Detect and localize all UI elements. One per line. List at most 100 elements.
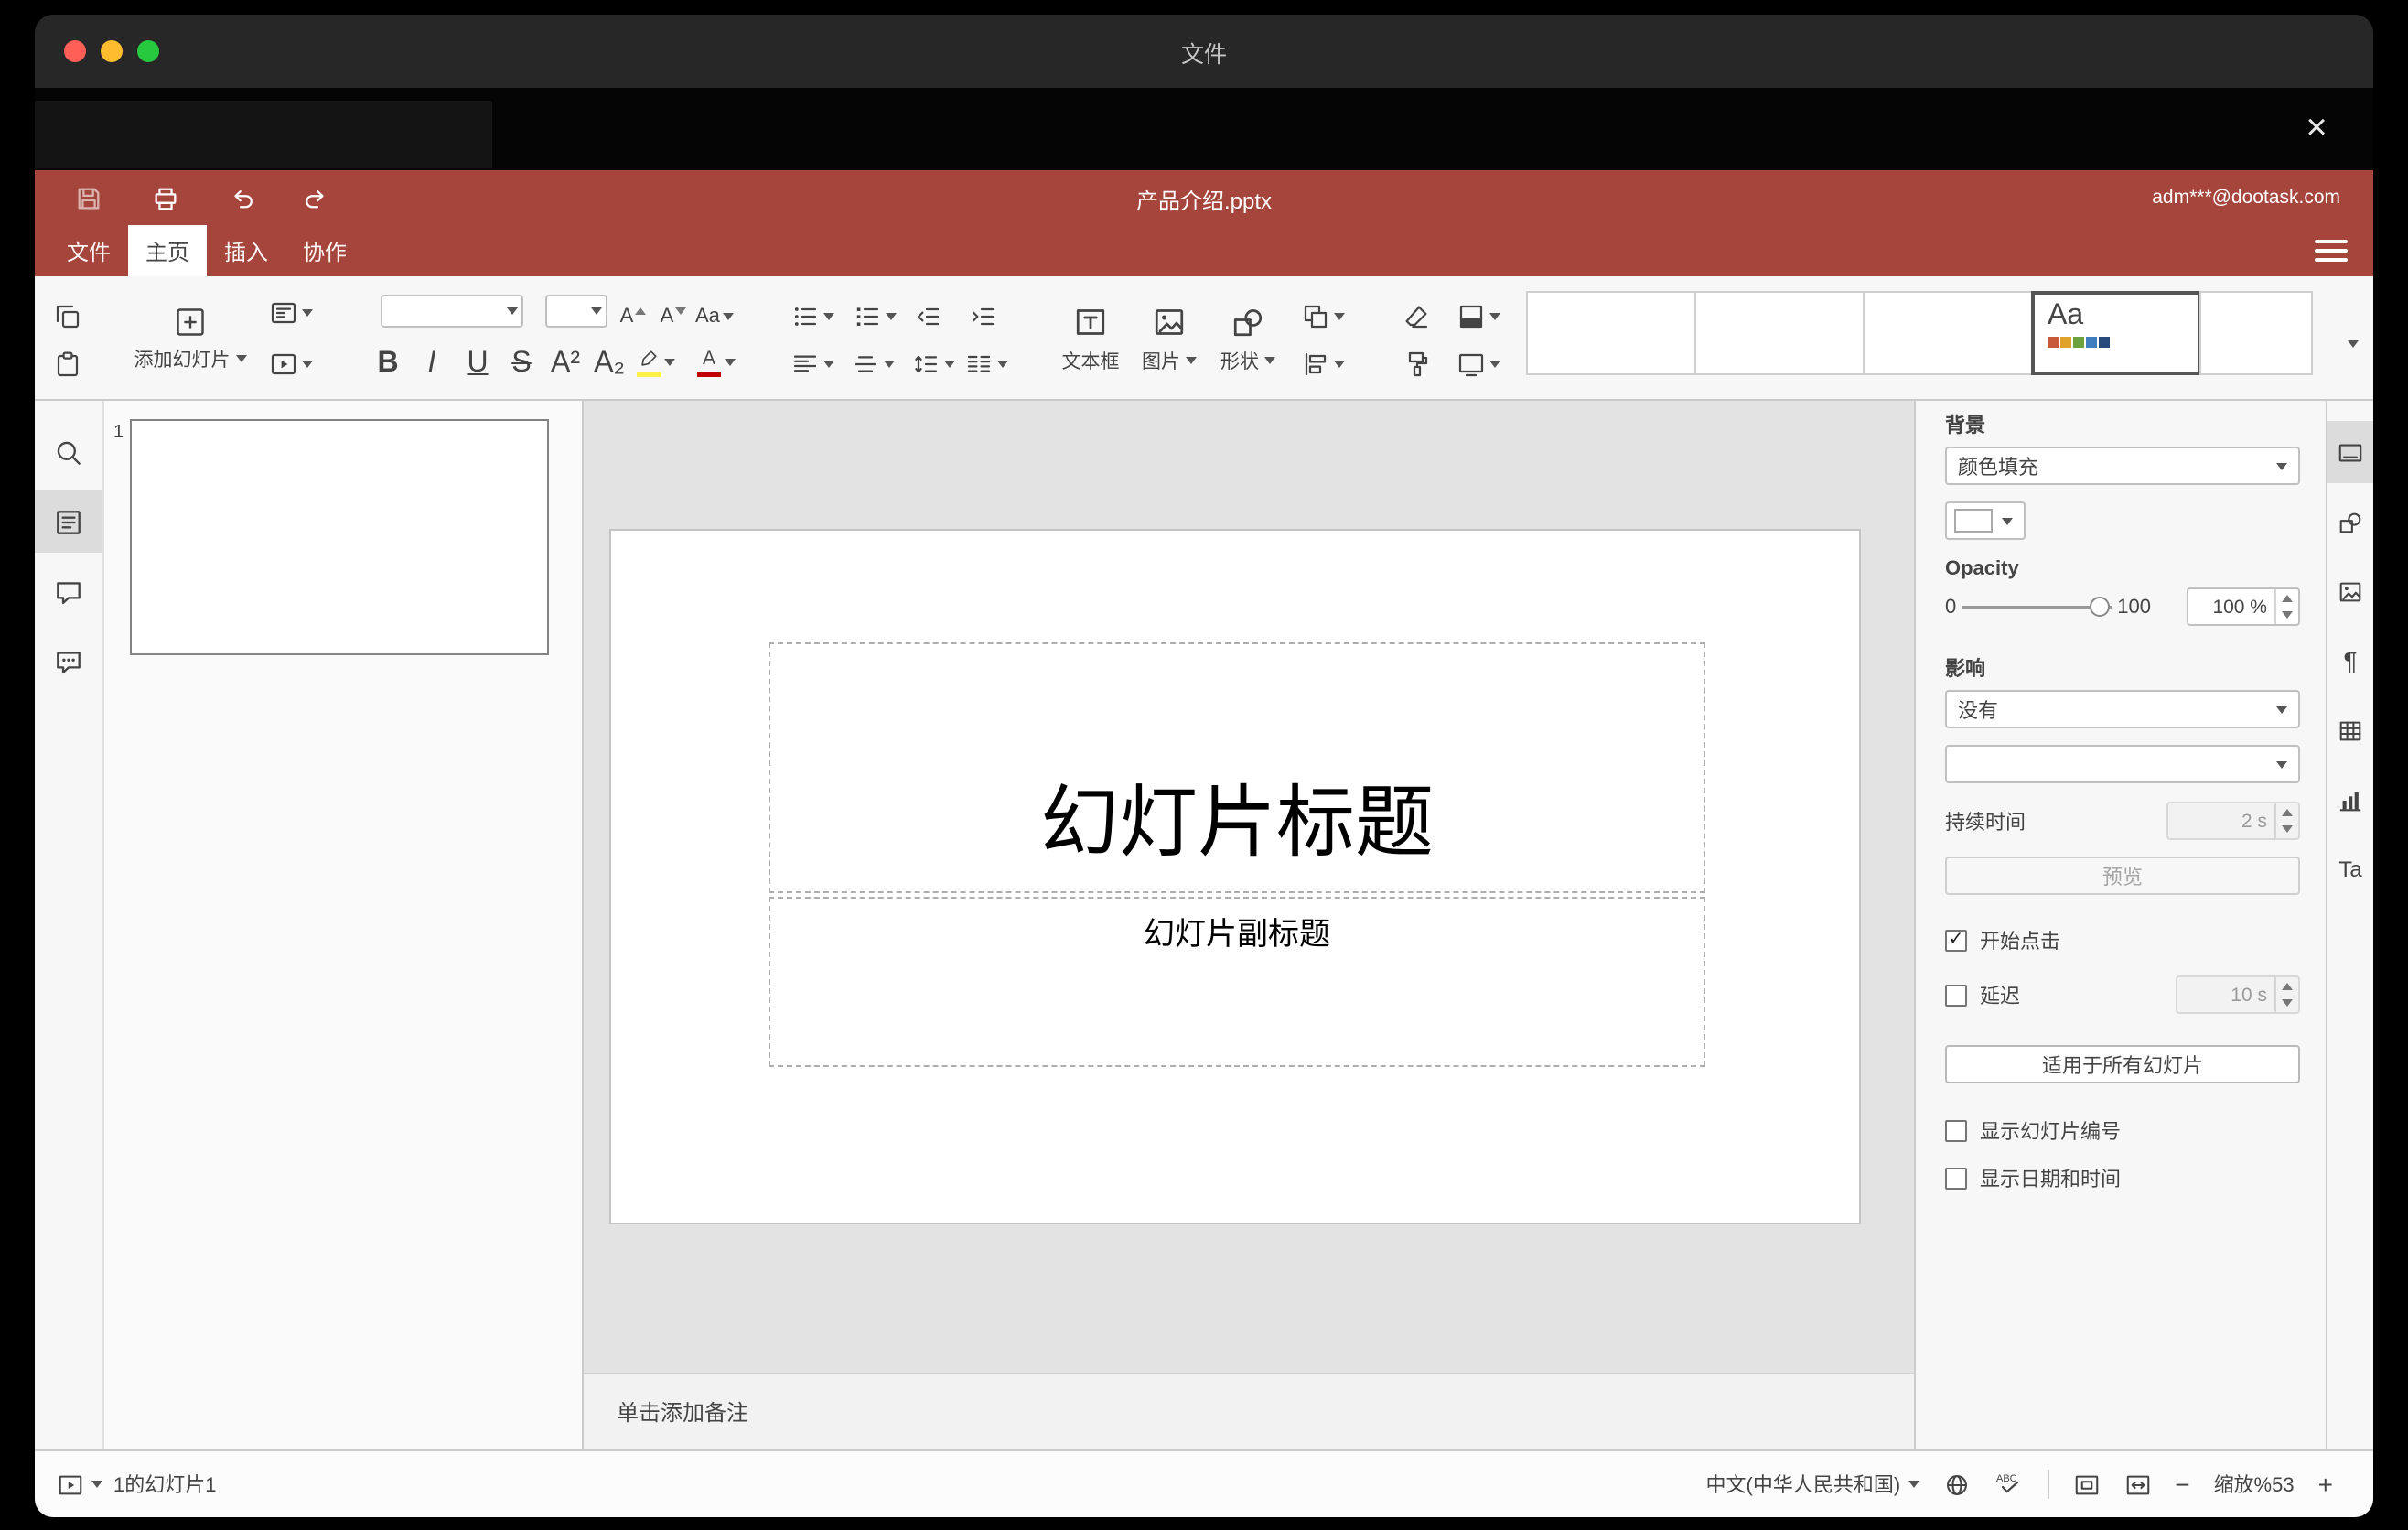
subscript-button[interactable]: A₂	[591, 344, 628, 384]
fill-color-button[interactable]	[1457, 296, 1504, 337]
insert-image-button[interactable]: 图片	[1133, 284, 1206, 393]
increase-font-button[interactable]: A	[615, 296, 651, 337]
show-datetime-checkbox[interactable]	[1945, 1168, 1967, 1190]
theme-tile[interactable]	[1863, 291, 2033, 375]
duration-spinner[interactable]: 2 s	[2166, 802, 2300, 840]
start-on-click-checkbox[interactable]: ✓	[1945, 930, 1967, 952]
apply-to-all-button[interactable]: 适用于所有幻灯片	[1945, 1045, 2300, 1083]
numbering-button[interactable]	[853, 296, 900, 337]
columns-button[interactable]	[964, 344, 1012, 384]
delay-up-button[interactable]	[2276, 977, 2298, 995]
delay-spinner[interactable]: 10 s	[2176, 975, 2300, 1014]
close-icon[interactable]: ×	[2293, 102, 2340, 154]
tab-collaboration[interactable]: 协作	[285, 225, 364, 276]
paste-button[interactable]	[49, 344, 86, 384]
superscript-button[interactable]: A²	[547, 344, 584, 384]
strikeout-button[interactable]: S	[503, 344, 540, 384]
opacity-slider[interactable]	[1962, 587, 2112, 626]
copy-style-button[interactable]	[1398, 344, 1435, 384]
theme-gallery: Aa	[1526, 291, 2327, 379]
theme-tile[interactable]	[1694, 291, 1865, 375]
effect-select[interactable]: 没有	[1945, 690, 2300, 728]
clear-style-button[interactable]	[1398, 296, 1435, 337]
bold-button[interactable]: B	[370, 344, 406, 384]
arrange-shape-button[interactable]	[1301, 296, 1349, 337]
fill-type-select[interactable]: 颜色填充	[1945, 447, 2300, 485]
slide-size-button[interactable]	[1457, 344, 1504, 384]
theme-tile[interactable]	[2199, 291, 2313, 375]
menu-icon[interactable]	[2315, 236, 2348, 265]
opacity-slider-knob[interactable]	[2090, 597, 2111, 617]
tab-home[interactable]: 主页	[128, 225, 207, 276]
slides-panel-button[interactable]	[35, 490, 102, 553]
delay-down-button[interactable]	[2276, 995, 2298, 1012]
theme-tile-selected[interactable]: Aa	[2031, 291, 2201, 375]
delay-checkbox[interactable]	[1945, 984, 1967, 1006]
shape-settings-button[interactable]	[2327, 490, 2373, 553]
fit-slide-icon	[2074, 1474, 2098, 1494]
notes-placeholder: 单击添加备注	[617, 1400, 749, 1426]
highlight-color-button[interactable]	[637, 342, 679, 382]
title-placeholder[interactable]: 幻灯片标题	[769, 642, 1705, 893]
opacity-down-button[interactable]	[2276, 607, 2298, 624]
font-color-button[interactable]: A	[697, 342, 739, 382]
underline-button[interactable]: U	[459, 344, 496, 384]
opacity-spinner[interactable]: 100 %	[2187, 587, 2300, 626]
preview-button[interactable]: 预览	[1945, 857, 2300, 895]
decrease-font-button[interactable]: A	[655, 296, 692, 337]
table-settings-button[interactable]	[2327, 699, 2373, 761]
fill-color-select[interactable]	[1945, 501, 2026, 540]
copy-button[interactable]	[49, 296, 86, 337]
image-settings-button[interactable]	[2327, 560, 2373, 622]
paragraph-settings-button[interactable]: ¶	[2327, 630, 2373, 692]
change-case-button[interactable]: Aa	[695, 296, 738, 337]
slide-layout-button[interactable]	[269, 293, 317, 333]
duration-up-button[interactable]	[2276, 803, 2298, 821]
align-shape-button[interactable]	[1301, 344, 1349, 384]
theme-gallery-expand-button[interactable]	[2335, 324, 2371, 364]
font-size-combo[interactable]	[545, 295, 607, 328]
document-language-button[interactable]	[1942, 1471, 1970, 1498]
feedback-button[interactable]	[35, 630, 102, 692]
start-slideshow-status-button[interactable]	[57, 1471, 102, 1498]
show-slide-number-label: 显示幻灯片编号	[1980, 1122, 2121, 1144]
tab-insert[interactable]: 插入	[207, 225, 285, 276]
slide-thumbnail[interactable]	[130, 419, 549, 655]
opacity-up-button[interactable]	[2276, 589, 2298, 607]
spellcheck-button[interactable]: ABC	[1994, 1470, 2023, 1499]
bullets-button[interactable]	[790, 296, 838, 337]
chart-settings-button[interactable]	[2327, 769, 2373, 831]
textart-settings-button[interactable]: Ta	[2327, 838, 2373, 900]
start-slideshow-button[interactable]	[269, 344, 317, 384]
zoom-in-button[interactable]: +	[2318, 1471, 2333, 1497]
add-slide-button[interactable]: 添加幻灯片	[123, 284, 258, 393]
search-button[interactable]	[35, 421, 102, 483]
horizontal-align-button[interactable]	[790, 344, 838, 384]
duration-down-button[interactable]	[2276, 821, 2298, 838]
subtitle-placeholder[interactable]: 幻灯片副标题	[769, 897, 1705, 1067]
theme-tile[interactable]	[1526, 291, 1696, 375]
line-spacing-button[interactable]	[911, 344, 959, 384]
fit-width-button[interactable]	[2123, 1471, 2151, 1498]
close-window-light[interactable]	[64, 40, 86, 62]
comments-button[interactable]	[35, 560, 102, 622]
effect-variant-select[interactable]	[1945, 745, 2300, 783]
vertical-align-button[interactable]	[851, 344, 898, 384]
slide-settings-button[interactable]	[2327, 421, 2373, 483]
font-name-combo[interactable]	[381, 295, 523, 328]
decrease-indent-button[interactable]	[909, 296, 946, 337]
zoom-out-button[interactable]: −	[2175, 1471, 2189, 1497]
tab-file[interactable]: 文件	[49, 225, 128, 276]
mac-titlebar: 文件	[35, 15, 2373, 88]
insert-shape-button[interactable]: 形状	[1209, 284, 1286, 393]
show-slide-number-checkbox[interactable]	[1945, 1120, 1967, 1142]
increase-indent-button[interactable]	[964, 296, 1001, 337]
italic-button[interactable]: I	[414, 344, 450, 384]
insert-textbox-button[interactable]: 文本框	[1052, 284, 1129, 393]
maximize-window-light[interactable]	[137, 40, 159, 62]
language-select[interactable]: 中文(中华人民共和国)	[1706, 1470, 1919, 1499]
notes-area[interactable]: 单击添加备注	[584, 1373, 1914, 1449]
minimize-window-light[interactable]	[101, 40, 123, 62]
fit-slide-button[interactable]	[2072, 1471, 2100, 1498]
slide-canvas: 幻灯片标题 幻灯片副标题	[584, 401, 1914, 1373]
